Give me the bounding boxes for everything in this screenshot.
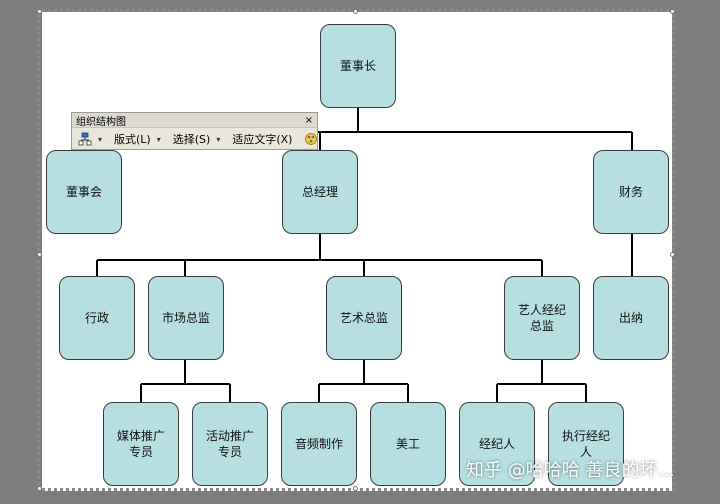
node-chairman[interactable]: 董事长 <box>320 24 396 108</box>
node-finance[interactable]: 财务 <box>593 150 669 234</box>
autoformat-button[interactable] <box>300 130 322 148</box>
resize-handle-bottom[interactable] <box>353 486 358 491</box>
node-audio[interactable]: 音频制作 <box>281 402 357 486</box>
fit-text-button[interactable]: 适应文字(X) <box>228 130 296 148</box>
resize-handle-top-right[interactable] <box>670 9 675 14</box>
node-board[interactable]: 董事会 <box>46 150 122 234</box>
toolbar-close-button[interactable]: × <box>305 115 313 126</box>
node-market-director[interactable]: 市场总监 <box>148 276 224 360</box>
node-design[interactable]: 美工 <box>370 402 446 486</box>
node-event-promo[interactable]: 活动推广 专员 <box>192 402 268 486</box>
node-admin[interactable]: 行政 <box>59 276 135 360</box>
resize-handle-right[interactable] <box>670 252 675 257</box>
layout-button[interactable]: 版式(L) ▾ <box>110 130 165 148</box>
layout-label: 版式(L) <box>114 133 151 146</box>
resize-handle-top-left[interactable] <box>37 9 42 14</box>
node-art-director[interactable]: 艺术总监 <box>326 276 402 360</box>
insert-shape-icon <box>78 132 92 146</box>
chevron-down-icon: ▾ <box>98 134 103 144</box>
toolbar-row: ▾ 版式(L) ▾ 选择(S) ▾ 适应文字(X) <box>72 128 318 150</box>
toolbar-titlebar[interactable]: 组织结构图 × <box>72 113 317 128</box>
watermark: 知乎 @哈哈哈 善良的坏... <box>466 460 675 481</box>
fit-text-label: 适应文字(X) <box>232 133 293 146</box>
node-artist-director[interactable]: 艺人经纪 总监 <box>504 276 580 360</box>
select-button[interactable]: 选择(S) ▾ <box>169 130 225 148</box>
select-label: 选择(S) <box>172 133 211 146</box>
insert-shape-button[interactable]: ▾ <box>74 130 106 148</box>
chevron-down-icon: ▾ <box>156 134 161 144</box>
node-cashier[interactable]: 出纳 <box>593 276 669 360</box>
org-chart-toolbar: 组织结构图 × ▾ 版式(L) ▾ 选择(S) ▾ 适应文字(X) <box>71 112 318 150</box>
resize-handle-left[interactable] <box>37 252 42 257</box>
toolbar-title: 组织结构图 <box>76 116 126 128</box>
node-gm[interactable]: 总经理 <box>282 150 358 234</box>
resize-handle-top[interactable] <box>353 9 358 14</box>
chevron-down-icon: ▾ <box>216 134 221 144</box>
node-media-promo[interactable]: 媒体推广 专员 <box>103 402 179 486</box>
resize-handle-bottom-left[interactable] <box>37 486 42 491</box>
autoformat-icon <box>305 133 318 145</box>
